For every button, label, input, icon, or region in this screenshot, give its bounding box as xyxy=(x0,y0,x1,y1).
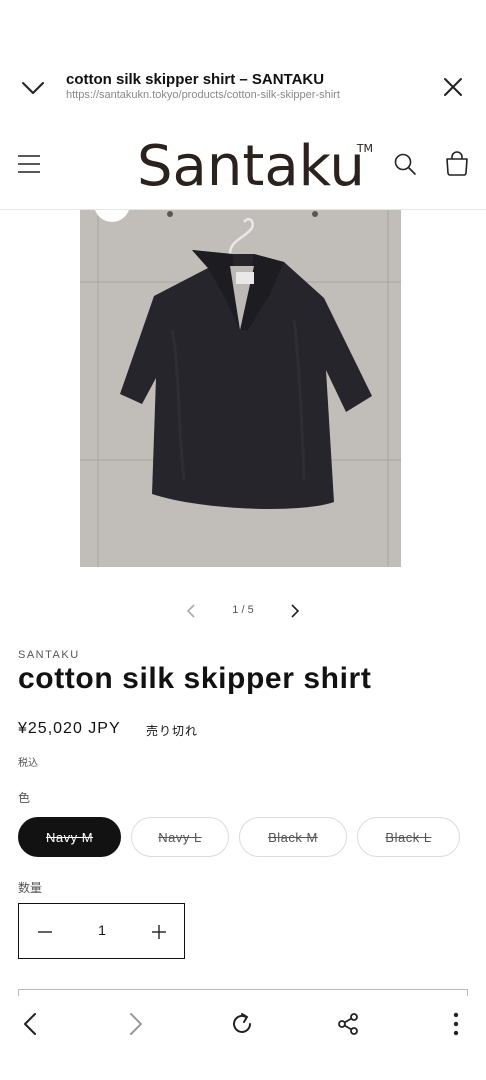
product-price: ¥25,020 JPY xyxy=(18,720,121,737)
quantity-stepper: 1 xyxy=(18,903,185,959)
gallery-controls: 1 / 5 xyxy=(0,596,486,626)
variant-navy-l[interactable]: Navy L xyxy=(131,817,229,857)
product-title: cotton silk skipper shirt xyxy=(18,662,372,695)
page-url[interactable]: https://santakukn.tokyo/products/cotton-… xyxy=(66,89,340,101)
logo-wordmark: Santaku xyxy=(137,134,365,199)
search-icon[interactable] xyxy=(388,147,422,181)
variant-navy-m[interactable]: Navy M xyxy=(18,817,121,857)
site-header: Santaku TM xyxy=(0,120,486,210)
gallery-counter: 1 / 5 xyxy=(232,604,254,616)
variant-black-l[interactable]: Black L xyxy=(357,817,460,857)
sold-out-badge: 売り切れ xyxy=(146,724,199,738)
variant-black-m[interactable]: Black M xyxy=(239,817,347,857)
trademark-mark: TM xyxy=(356,142,374,155)
close-icon[interactable] xyxy=(436,70,470,104)
quantity-input[interactable]: 1 xyxy=(79,922,125,938)
product-image[interactable] xyxy=(80,210,401,567)
share-icon[interactable] xyxy=(328,1004,368,1044)
hamburger-menu-icon[interactable] xyxy=(12,147,46,181)
chevron-right-icon[interactable] xyxy=(282,598,308,624)
status-bar xyxy=(0,0,486,56)
page-title: cotton silk skipper shirt – SANTAKU xyxy=(66,71,325,88)
cart-bag-icon[interactable] xyxy=(440,147,474,181)
product-vendor: SANTAKU xyxy=(18,649,80,661)
reload-icon[interactable] xyxy=(222,1004,262,1044)
browser-bottom-bar xyxy=(0,996,486,1080)
site-logo[interactable]: Santaku TM xyxy=(137,132,373,202)
minus-icon[interactable] xyxy=(29,916,61,948)
more-vertical-icon[interactable] xyxy=(436,1004,476,1044)
custom-tab-header: cotton silk skipper shirt – SANTAKU http… xyxy=(0,56,486,120)
arrow-forward-icon[interactable] xyxy=(116,1004,156,1044)
tax-note: 税込 xyxy=(18,758,38,769)
arrow-back-icon[interactable] xyxy=(10,1004,50,1044)
chevron-left-icon[interactable] xyxy=(178,598,204,624)
quantity-label: 数量 xyxy=(18,881,43,895)
chevron-down-icon[interactable] xyxy=(14,72,52,104)
plus-icon[interactable] xyxy=(143,916,175,948)
color-label: 色 xyxy=(18,791,31,805)
